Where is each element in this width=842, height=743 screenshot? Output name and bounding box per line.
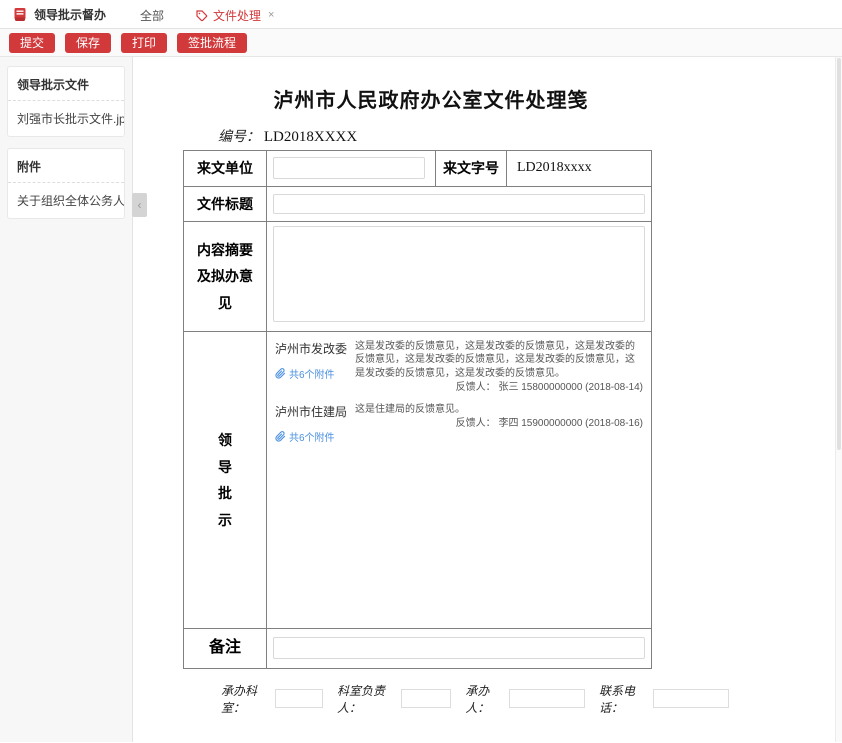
doc-title-input[interactable]: [273, 194, 645, 214]
tab-bar: 领导批示督办 全部 文件处理 ×: [0, 0, 842, 29]
leader-instruction-files-card: 领导批示文件 刘强市长批示文件.jpg: [7, 66, 125, 137]
save-button[interactable]: 保存: [65, 33, 111, 53]
feedback-right-col: 这是发改委的反馈意见，这是发改委的反馈意见，这是发改委的反馈意见，这是发改委的反…: [355, 340, 643, 394]
submit-button[interactable]: 提交: [9, 33, 55, 53]
leader-instruction-files-title: 领导批示文件: [8, 67, 124, 101]
page-title: 泸州市人民政府办公室文件处理笺: [133, 84, 729, 113]
attachments-link-label: 共6个附件: [289, 366, 335, 381]
app-tab-label: 领导批示督办: [34, 6, 106, 23]
document-form: 泸州市人民政府办公室文件处理笺 编号： LD2018XXXX 来文单位 来文字号…: [133, 57, 729, 716]
incoming-org-input[interactable]: [273, 157, 425, 179]
close-icon[interactable]: ×: [268, 10, 274, 21]
feedback-right-col: 这是住建局的反馈意见。 反馈人： 李四 15900000000 (2018-08…: [355, 403, 643, 444]
feedback-entry: 泸州市住建局 共6个附件 这是住建局的反馈意见。 反馈: [275, 403, 643, 444]
app-home-tab[interactable]: 领导批示督办: [6, 0, 120, 28]
chevron-left-icon: ‹: [138, 198, 142, 212]
incoming-no-label: 来文字号: [436, 151, 507, 187]
summary-textarea[interactable]: [273, 226, 645, 322]
attachments-link[interactable]: 共6个附件: [275, 366, 355, 381]
attachments-title: 附件: [8, 149, 124, 183]
tab-document-processing-label: 文件处理: [213, 7, 261, 24]
red-book-icon: [12, 6, 28, 22]
attachments-link-label: 共6个附件: [289, 429, 335, 444]
feedback-meta: 反馈人： 张三 15800000000 (2018-08-14): [355, 381, 643, 394]
phone-label: 联系电话：: [599, 682, 651, 716]
approval-flow-button[interactable]: 签批流程: [177, 33, 247, 53]
feedback-text: 这是住建局的反馈意见。: [355, 404, 465, 415]
content-area: 领导批示文件 刘强市长批示文件.jpg 附件 关于组织全体公务人员学… ‹ 泸州…: [0, 57, 842, 742]
feedback-text: 这是发改委的反馈意见，这是发改委的反馈意见，这是发改委的反馈意见，这是发改委的反…: [355, 341, 635, 378]
doc-number-label: 编号：: [218, 130, 260, 145]
phone-input[interactable]: [653, 689, 729, 708]
list-item-attachment[interactable]: 关于组织全体公务人员学…: [8, 183, 124, 218]
attachments-link[interactable]: 共6个附件: [275, 429, 355, 444]
action-toolbar: 提交 保存 打印 签批流程: [0, 29, 842, 57]
remark-input[interactable]: [273, 637, 645, 659]
tab-document-processing[interactable]: 文件处理 ×: [176, 3, 294, 28]
main-panel: 泸州市人民政府办公室文件处理笺 编号： LD2018XXXX 来文单位 来文字号…: [133, 57, 842, 742]
remark-label: 备注: [184, 629, 267, 668]
attachments-card: 附件 关于组织全体公务人员学…: [7, 148, 125, 219]
paperclip-icon: [275, 431, 286, 442]
dept-input[interactable]: [275, 689, 323, 708]
feedback-org-name: 泸州市住建局: [275, 403, 355, 420]
print-button[interactable]: 打印: [121, 33, 167, 53]
handler-input[interactable]: [509, 689, 585, 708]
handler-label: 承办人：: [465, 682, 507, 716]
incoming-org-label: 来文单位: [184, 151, 267, 187]
sidebar-collapse-handle[interactable]: ‹: [132, 193, 147, 217]
vertical-scrollbar[interactable]: [835, 57, 842, 742]
tab-all[interactable]: 全部: [120, 3, 184, 28]
tag-icon: [196, 10, 208, 22]
form-table: 来文单位 来文字号 LD2018xxxx 文件标题 内容摘要及拟办意见: [183, 150, 652, 669]
feedback-entry: 泸州市发改委 共6个附件 这是发改委的反馈意见，这是发改委的反馈意见，这是发改委…: [275, 340, 643, 394]
feedback-left-col: 泸州市住建局 共6个附件: [275, 403, 355, 444]
summary-label: 内容摘要及拟办意见: [184, 222, 267, 332]
dept-label: 承办科室：: [221, 682, 273, 716]
dept-head-input[interactable]: [401, 689, 451, 708]
tab-all-label: 全部: [140, 7, 164, 24]
doc-title-label: 文件标题: [184, 186, 267, 222]
leader-feedback-area: 泸州市发改委 共6个附件 这是发改委的反馈意见，这是发改委的反馈意见，这是发改委…: [267, 332, 652, 629]
doc-number-value: LD2018XXXX: [264, 129, 357, 145]
paperclip-icon: [275, 368, 286, 379]
scrollbar-thumb[interactable]: [837, 58, 841, 450]
feedback-org-name: 泸州市发改委: [275, 340, 355, 357]
feedback-left-col: 泸州市发改委 共6个附件: [275, 340, 355, 394]
leader-note-label: 领导批示: [184, 332, 267, 629]
list-item-instruction-file[interactable]: 刘强市长批示文件.jpg: [8, 101, 124, 136]
feedback-meta: 反馈人： 李四 15900000000 (2018-08-16): [355, 417, 643, 430]
incoming-no-value: LD2018xxxx: [507, 151, 652, 187]
dept-head-label: 科室负责人：: [337, 682, 399, 716]
handler-info-line: 承办科室： 科室负责人： 承办人： 联系电话：: [221, 682, 729, 716]
sidebar: 领导批示文件 刘强市长批示文件.jpg 附件 关于组织全体公务人员学…: [0, 57, 133, 742]
doc-number-line: 编号： LD2018XXXX: [218, 126, 729, 146]
